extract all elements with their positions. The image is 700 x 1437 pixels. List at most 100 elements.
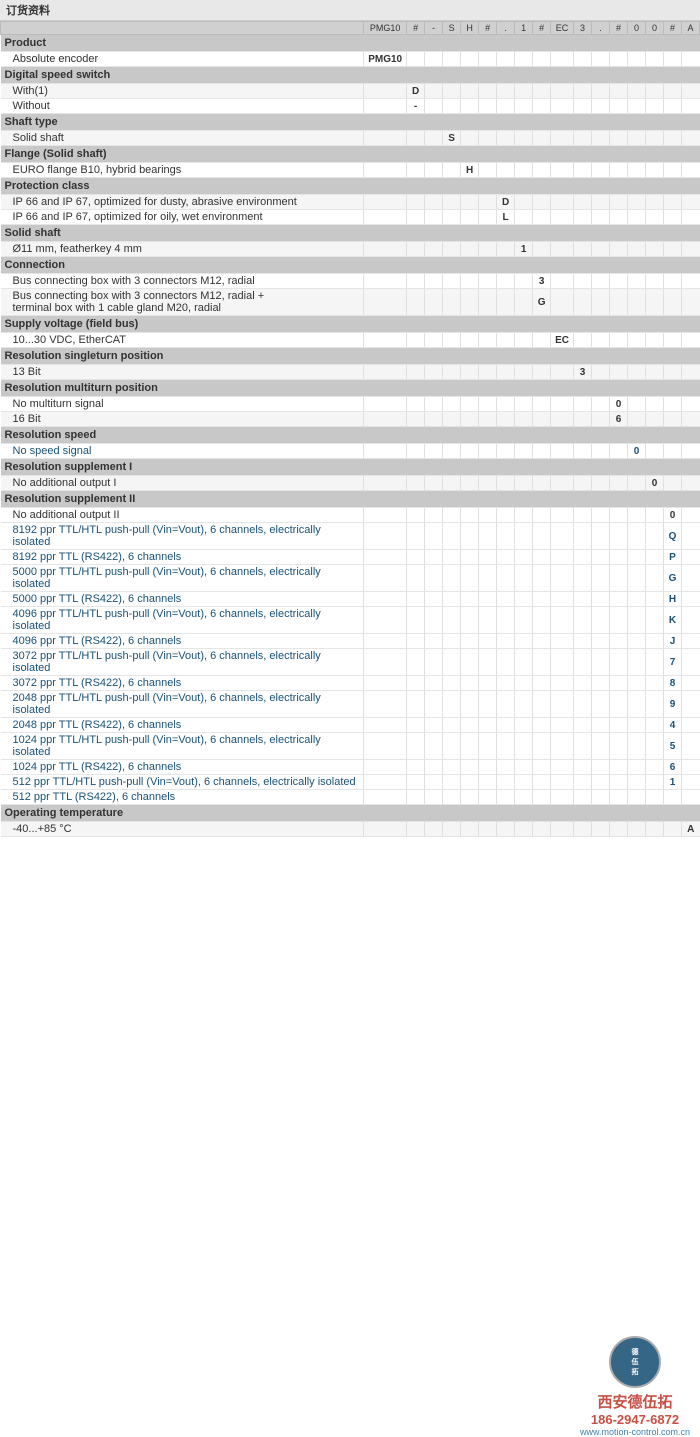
row-label: Absolute encoder bbox=[1, 52, 364, 67]
row-label: 2048 ppr TTL (RS422), 6 channels bbox=[1, 718, 364, 733]
code-cell-col-11 bbox=[592, 649, 610, 676]
code-cell-col-7 bbox=[515, 733, 533, 760]
code-cell-col-16 bbox=[682, 649, 700, 676]
code-cell-col-0 bbox=[364, 289, 407, 316]
code-cell-col-8 bbox=[533, 676, 551, 691]
code-cell-col-4 bbox=[461, 365, 479, 380]
code-cell-col-5 bbox=[479, 195, 497, 210]
code-cell-col-7 bbox=[515, 84, 533, 99]
code-cell-col-11 bbox=[592, 822, 610, 837]
code-cell-col-8 bbox=[533, 84, 551, 99]
code-cell-col-14 bbox=[646, 760, 664, 775]
code-cell-col-3 bbox=[443, 592, 461, 607]
code-cell-col-7 bbox=[515, 99, 533, 114]
code-cell-col-5 bbox=[479, 691, 497, 718]
code-cell-col-14 bbox=[646, 131, 664, 146]
code-cell-col-0 bbox=[364, 649, 407, 676]
code-cell-col-2 bbox=[425, 822, 443, 837]
code-cell-col-10 bbox=[574, 99, 592, 114]
code-cell-col-14 bbox=[646, 676, 664, 691]
code-cell-col-1 bbox=[407, 412, 425, 427]
table-row: 2048 ppr TTL (RS422), 6 channels4 bbox=[1, 718, 700, 733]
code-cell-col-16 bbox=[682, 84, 700, 99]
code-cell-col-12 bbox=[610, 84, 628, 99]
code-cell-col-13 bbox=[628, 733, 646, 760]
row-label: With(1) bbox=[1, 84, 364, 99]
code-cell-col-1: D bbox=[407, 84, 425, 99]
code-cell-col-5 bbox=[479, 365, 497, 380]
code-cell-col-4 bbox=[461, 822, 479, 837]
code-cell-col-8 bbox=[533, 397, 551, 412]
code-cell-col-10 bbox=[574, 822, 592, 837]
code-cell-col-12: 0 bbox=[610, 397, 628, 412]
code-cell-col-2 bbox=[425, 163, 443, 178]
code-cell-col-2 bbox=[425, 733, 443, 760]
table-row: 5000 ppr TTL/HTL push-pull (Vin=Vout), 6… bbox=[1, 565, 700, 592]
code-cell-col-14 bbox=[646, 242, 664, 257]
code-cell-col-12 bbox=[610, 592, 628, 607]
section-label-protection: Protection class bbox=[1, 178, 700, 195]
code-cell-col-2 bbox=[425, 333, 443, 348]
column-headers: PMG10 # - S H # . 1 # EC 3 . # 0 0 # A bbox=[1, 22, 700, 35]
code-cell-col-4 bbox=[461, 397, 479, 412]
code-cell-col-3 bbox=[443, 565, 461, 592]
code-cell-col-0 bbox=[364, 733, 407, 760]
code-cell-col-5 bbox=[479, 52, 497, 67]
code-cell-col-13 bbox=[628, 412, 646, 427]
section-label-product: Product bbox=[1, 35, 700, 52]
code-cell-col-8 bbox=[533, 775, 551, 790]
code-cell-col-3 bbox=[443, 242, 461, 257]
table-row: 4096 ppr TTL/HTL push-pull (Vin=Vout), 6… bbox=[1, 607, 700, 634]
code-cell-col-4 bbox=[461, 523, 479, 550]
code-cell-col-2 bbox=[425, 476, 443, 491]
code-cell-col-11 bbox=[592, 99, 610, 114]
code-cell-col-6 bbox=[497, 790, 515, 805]
col-header-4: H bbox=[461, 22, 479, 35]
code-cell-col-0 bbox=[364, 760, 407, 775]
row-label: Bus connecting box with 3 connectors M12… bbox=[1, 289, 364, 316]
code-cell-col-16 bbox=[682, 550, 700, 565]
code-cell-col-6 bbox=[497, 649, 515, 676]
code-cell-col-7 bbox=[515, 607, 533, 634]
col-header-7: 1 bbox=[515, 22, 533, 35]
code-cell-col-11 bbox=[592, 163, 610, 178]
code-cell-col-16 bbox=[682, 444, 700, 459]
code-cell-col-13 bbox=[628, 242, 646, 257]
code-cell-col-12 bbox=[610, 733, 628, 760]
code-cell-col-5 bbox=[479, 476, 497, 491]
section-label-flange: Flange (Solid shaft) bbox=[1, 146, 700, 163]
code-cell-col-15 bbox=[664, 412, 682, 427]
code-cell-col-10 bbox=[574, 444, 592, 459]
code-cell-col-16 bbox=[682, 760, 700, 775]
code-cell-col-12 bbox=[610, 195, 628, 210]
code-cell-col-14 bbox=[646, 289, 664, 316]
code-cell-col-4 bbox=[461, 289, 479, 316]
code-cell-col-12 bbox=[610, 274, 628, 289]
code-cell-col-9 bbox=[551, 790, 574, 805]
code-cell-col-9 bbox=[551, 397, 574, 412]
code-cell-col-1 bbox=[407, 592, 425, 607]
code-cell-col-7 bbox=[515, 550, 533, 565]
code-cell-col-1 bbox=[407, 634, 425, 649]
code-cell-col-9 bbox=[551, 718, 574, 733]
table-row: 1024 ppr TTL (RS422), 6 channels6 bbox=[1, 760, 700, 775]
code-cell-col-4 bbox=[461, 274, 479, 289]
row-label: IP 66 and IP 67, optimized for dusty, ab… bbox=[1, 195, 364, 210]
code-cell-col-16 bbox=[682, 790, 700, 805]
code-cell-col-8 bbox=[533, 131, 551, 146]
code-cell-col-6 bbox=[497, 242, 515, 257]
code-cell-col-1 bbox=[407, 163, 425, 178]
code-cell-col-2 bbox=[425, 790, 443, 805]
code-cell-col-6: D bbox=[497, 195, 515, 210]
col-header-11: . bbox=[592, 22, 610, 35]
code-cell-col-13 bbox=[628, 508, 646, 523]
table-row: 1024 ppr TTL/HTL push-pull (Vin=Vout), 6… bbox=[1, 733, 700, 760]
code-cell-col-3 bbox=[443, 397, 461, 412]
code-cell-col-12 bbox=[610, 99, 628, 114]
code-cell-col-10 bbox=[574, 718, 592, 733]
code-cell-col-2 bbox=[425, 210, 443, 225]
code-cell-col-3 bbox=[443, 476, 461, 491]
code-cell-col-7 bbox=[515, 775, 533, 790]
code-cell-col-6 bbox=[497, 508, 515, 523]
code-cell-col-10 bbox=[574, 52, 592, 67]
